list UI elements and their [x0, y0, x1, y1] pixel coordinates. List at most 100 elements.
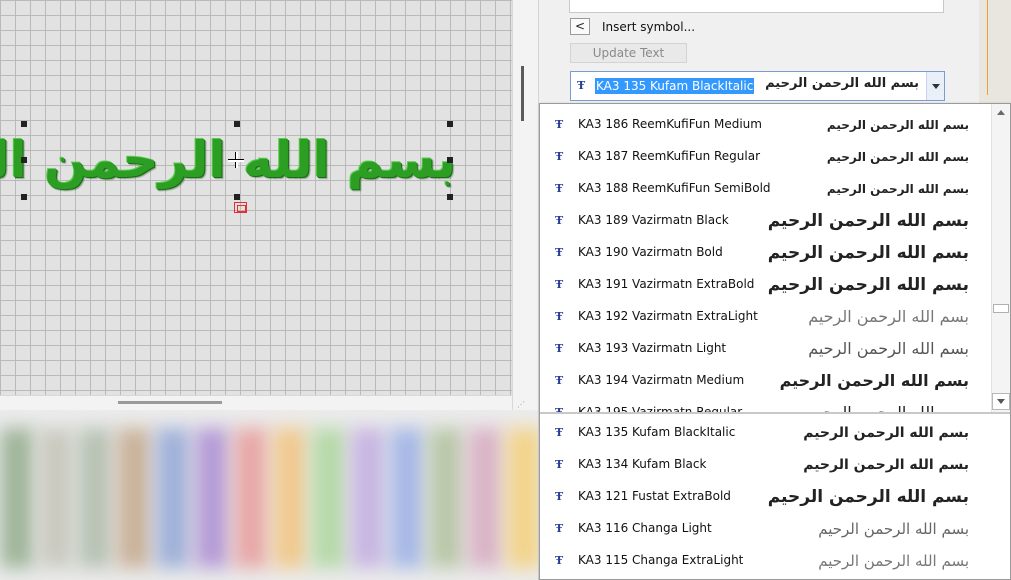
font-name: KA3 194 Vazirmatn Medium	[578, 373, 745, 387]
insert-symbol-label: Insert symbol...	[602, 20, 696, 34]
font-selector-sample: بسم الله الرحمن الرحيم	[765, 76, 919, 91]
truetype-icon: Ŧ	[555, 522, 564, 535]
scroll-down-arrow-icon[interactable]	[992, 393, 1010, 410]
font-sample: بسم الله الرحمن الرحيم	[808, 339, 969, 358]
selection-handle-top-left[interactable]	[21, 121, 27, 127]
canvas-horizontal-scroll-thumb[interactable]	[118, 401, 222, 404]
font-name: KA3 134 Kufam Black	[578, 457, 707, 471]
font-sample: بسم الله الرحمن الرحيم	[803, 425, 969, 441]
thread-color-swatch[interactable]	[117, 428, 151, 568]
truetype-icon: Ŧ	[555, 214, 564, 227]
font-list-item[interactable]: Ŧ KA3 121 Fustat ExtraBold بسم الله الرحمن…	[540, 481, 991, 513]
thread-color-swatch[interactable]	[429, 428, 463, 568]
truetype-icon: Ŧ	[555, 426, 564, 439]
truetype-icon: Ŧ	[555, 458, 564, 471]
truetype-icon: Ŧ	[555, 310, 564, 323]
thread-color-swatch[interactable]	[195, 428, 229, 568]
thread-color-swatch[interactable]	[78, 428, 112, 568]
font-list-item[interactable]: Ŧ KA3 193 Vazirmatn Light بسم الله الرحمن …	[540, 333, 991, 365]
font-sample: بسم الله الرحمن الرحيم	[767, 275, 969, 295]
thread-color-swatch[interactable]	[312, 428, 346, 568]
font-list-item[interactable]: Ŧ KA3 188 ReemKufiFun SemiBold بسم الله ال…	[540, 173, 991, 205]
thread-color-swatch[interactable]	[468, 428, 502, 568]
font-name: KA3 135 Kufam BlackItalic	[578, 425, 736, 439]
font-list-item[interactable]: Ŧ KA3 191 Vazirmatn ExtraBold بسم الله الر…	[540, 269, 991, 301]
font-name: KA3 191 Vazirmatn ExtraBold	[578, 277, 755, 291]
thread-color-swatch[interactable]	[156, 428, 190, 568]
thread-color-swatch[interactable]	[390, 428, 424, 568]
thread-color-swatch[interactable]	[39, 428, 73, 568]
font-list-item[interactable]: Ŧ KA3 187 ReemKufiFun Regular بسم الله الر…	[540, 141, 991, 173]
selection-handle-middle-right[interactable]	[447, 157, 453, 163]
scroll-up-arrow-icon[interactable]	[992, 104, 1010, 121]
font-list-item[interactable]: Ŧ KA3 135 Kufam BlackItalic بسم الله الرحم…	[540, 417, 991, 449]
font-list-item[interactable]: Ŧ KA3 194 Vazirmatn Medium بسم الله الرحمن…	[540, 365, 991, 397]
recent-font-list[interactable]: Ŧ KA3 135 Kufam BlackItalic بسم الله الرحم…	[540, 414, 1010, 579]
font-list[interactable]: Ŧ KA3 186 ReemKufiFun Medium بسم الله الرح…	[540, 104, 991, 412]
font-name: KA3 115 Changa ExtraLight	[578, 553, 744, 567]
font-list-item[interactable]: Ŧ KA3 192 Vazirmatn ExtraLight بسم الله ال…	[540, 301, 991, 333]
thread-color-swatch[interactable]	[351, 428, 385, 568]
font-selector-value[interactable]: KA3 135 Kufam BlackItalic	[595, 78, 755, 94]
font-name: KA3 186 ReemKufiFun Medium	[578, 117, 762, 131]
font-name: KA3 192 Vazirmatn ExtraLight	[578, 309, 758, 323]
font-sample: بسم الله الرحمن الرحيم	[826, 182, 969, 196]
selection-handle-top-center[interactable]	[234, 121, 240, 127]
selection-handle-middle-left[interactable]	[21, 157, 27, 163]
font-list-scrollbar[interactable]	[991, 104, 1010, 412]
font-list-item[interactable]: Ŧ KA3 186 ReemKufiFun Medium بسم الله الرح…	[540, 109, 991, 141]
font-name: KA3 189 Vazirmatn Black	[578, 213, 729, 227]
text-input-area[interactable]	[569, 0, 944, 13]
thread-color-swatch[interactable]	[0, 428, 34, 568]
thread-color-swatch[interactable]	[507, 428, 540, 568]
truetype-icon: Ŧ	[555, 182, 564, 195]
canvas-vertical-scrollbar[interactable]	[512, 0, 538, 410]
font-sample: بسم الله الرحمن الرحيم	[779, 371, 969, 390]
font-list-item[interactable]: Ŧ KA3 189 Vazirmatn Black بسم الله الرحمن …	[540, 205, 991, 237]
font-list-item[interactable]: ŦKA3 195 Vazirmatn Regularبسم الله الرحم…	[540, 397, 991, 412]
font-sample: بسم الله الرحمن الرحيم	[808, 307, 969, 326]
stitch-origin-marker-icon[interactable]	[234, 202, 247, 213]
font-dropdown-list[interactable]: Ŧ KA3 186 ReemKufiFun Medium بسم الله الرح…	[539, 103, 1011, 580]
thread-color-palette[interactable]	[0, 410, 540, 580]
font-list-scroll-thumb[interactable]	[993, 304, 1009, 313]
crosshair-cursor-icon	[228, 152, 244, 168]
design-canvas[interactable]: بسم الله الرحمن الرحيم	[0, 0, 512, 395]
canvas-horizontal-scrollbar[interactable]	[0, 395, 512, 410]
selection-handle-bottom-left[interactable]	[21, 194, 27, 200]
dropdown-arrow-icon[interactable]	[926, 72, 944, 100]
font-sample: بسم الله الرحمن الرحيم	[767, 243, 969, 263]
truetype-icon: Ŧ	[555, 246, 564, 259]
thread-color-swatch[interactable]	[273, 428, 307, 568]
font-name: KA3 190 Vazirmatn Bold	[578, 245, 723, 259]
insert-symbol-button[interactable]: <	[570, 18, 590, 35]
truetype-icon: Ŧ	[555, 150, 564, 163]
thread-color-swatch[interactable]	[234, 428, 268, 568]
font-list-item[interactable]: Ŧ KA3 115 Changa ExtraLight بسم الله الرحم…	[540, 545, 991, 577]
selection-handle-bottom-center[interactable]	[234, 194, 240, 200]
font-list-item[interactable]: Ŧ KA3 116 Changa Light بسم الله الرحمن الر…	[540, 513, 991, 545]
font-sample: بسم الله الرحمن الرحيم	[826, 118, 969, 132]
font-list-item[interactable]: Ŧ KA3 134 Kufam Black بسم الله الرحمن الرح…	[540, 449, 991, 481]
font-sample: بسم الله الرحمن الرحيم	[818, 520, 969, 538]
font-list-item[interactable]: Ŧ KA3 190 Vazirmatn Bold بسم الله الرحمن ا…	[540, 237, 991, 269]
selection-handle-bottom-right[interactable]	[447, 194, 453, 200]
font-sample: بسم الله الرحمن الرحيم	[826, 150, 969, 164]
font-selector-combobox[interactable]: Ŧ KA3 135 Kufam BlackItalic بسم الله الر…	[570, 71, 945, 101]
truetype-icon: Ŧ	[577, 79, 586, 92]
font-name: KA3 187 ReemKufiFun Regular	[578, 149, 761, 163]
font-name: KA3 116 Changa Light	[578, 521, 712, 535]
selection-handle-top-right[interactable]	[447, 121, 453, 127]
font-name: KA3 195 Vazirmatn Regular	[578, 405, 743, 412]
update-text-button[interactable]: Update Text	[570, 43, 687, 63]
app-window: بسم الله الرحمن الرحيم ⋰ < Insert symbol…	[0, 0, 1011, 580]
font-sample: بسم الله الرحمن الرحيم	[767, 211, 969, 231]
resize-grip-icon[interactable]: ⋰	[517, 400, 529, 410]
canvas-vertical-scroll-thumb[interactable]	[521, 66, 524, 121]
font-sample: بسم الله الرحمن الرحيم	[818, 552, 969, 570]
truetype-icon: Ŧ	[555, 342, 564, 355]
font-sample: بسم الله الرحمن الرحيم	[808, 399, 969, 412]
font-name: KA3 193 Vazirmatn Light	[578, 341, 727, 355]
truetype-icon: Ŧ	[555, 554, 564, 567]
side-strip-accent	[987, 0, 988, 95]
